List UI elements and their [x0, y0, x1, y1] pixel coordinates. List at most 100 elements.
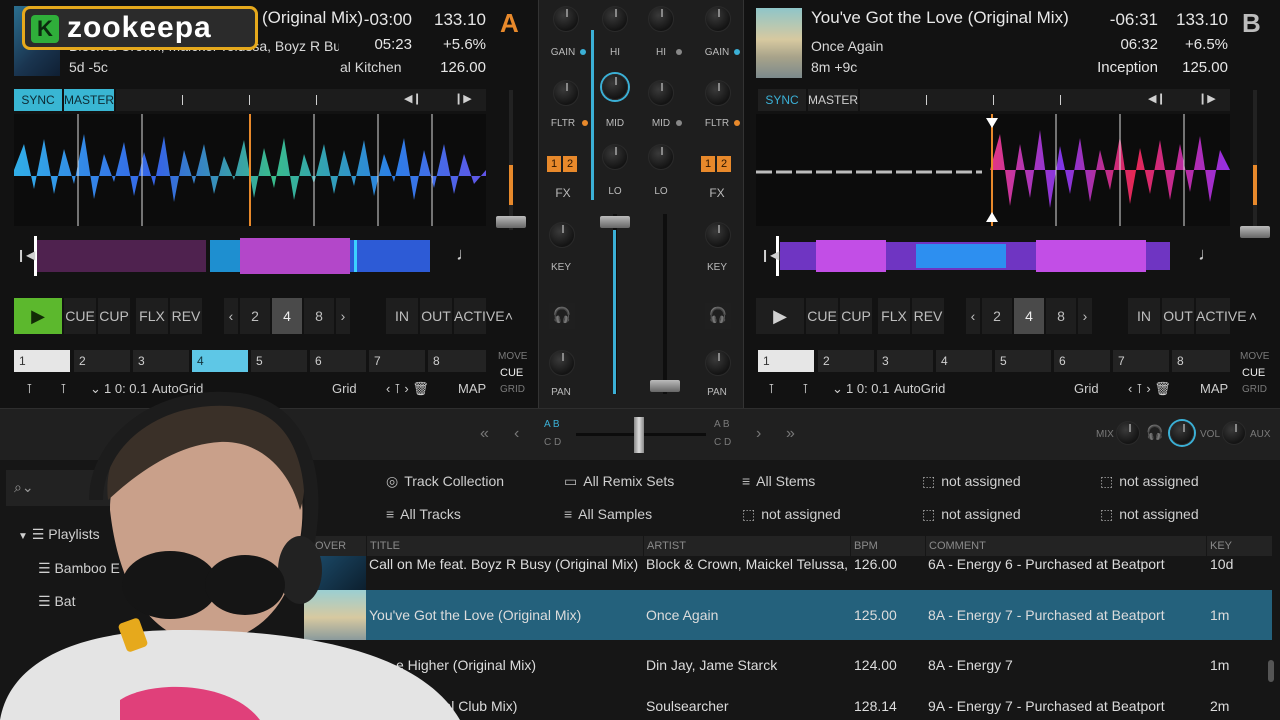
deck-b-move-grid[interactable]: GRID [1242, 384, 1267, 395]
deck-b-skip-start-icon[interactable]: ❙◀ [760, 248, 779, 262]
deck-b-loop-active[interactable]: ACTIVE [1196, 298, 1247, 334]
mixer-a-filter-knob[interactable] [553, 80, 579, 106]
deck-a-loop-4[interactable]: 4 [272, 298, 302, 334]
mixer-b-key-knob[interactable] [705, 222, 731, 248]
deck-a-collapse-icon[interactable]: ˄ [494, 298, 524, 334]
deck-b-cue-button[interactable]: CUE [806, 298, 838, 334]
deck-a-cue-button[interactable]: CUE [64, 298, 96, 334]
deck-a-note-icon[interactable]: ♩ [456, 244, 474, 265]
deck-a-cue-6[interactable]: 6 [310, 350, 366, 372]
mixer-a-gain-knob[interactable] [553, 6, 579, 32]
deck-b-waveform[interactable] [756, 114, 1230, 226]
mixer-b-fader-cap[interactable] [650, 380, 680, 392]
deck-a-sync-button[interactable]: SYNC [14, 89, 62, 111]
mixer-a-mid-knob[interactable] [602, 74, 628, 100]
deck-b-marker-right-icon[interactable]: ⊺ [802, 381, 809, 397]
mixer-b-filter-knob[interactable] [705, 80, 731, 106]
master-aux-knob[interactable] [1222, 421, 1246, 445]
xfader-prev-prev-icon[interactable]: « [480, 425, 489, 443]
col-key[interactable]: KEY [1207, 536, 1272, 556]
mixer-a-fader-cap[interactable] [600, 216, 630, 228]
deck-b-loop-out[interactable]: OUT [1162, 298, 1194, 334]
xfader-next-next-icon[interactable]: » [786, 425, 795, 443]
xfader-assign-right-bottom[interactable]: C D [714, 437, 731, 448]
mixer-a-fx2-button[interactable]: 2 [563, 156, 577, 172]
col-bpm[interactable]: BPM [851, 536, 925, 556]
deck-b-collapse-icon[interactable]: ˄ [1238, 298, 1268, 334]
mixer-b-gain-knob[interactable] [705, 6, 731, 32]
favorite-slot-8[interactable]: ⬚ not assigned [742, 506, 841, 523]
xfader-assign-left-bottom[interactable]: C D [544, 437, 561, 448]
deck-b-grid-dropdown[interactable]: Grid [1074, 381, 1099, 396]
deck-a-map-button[interactable]: MAP [458, 381, 486, 396]
deck-b-cue-4[interactable]: 4 [936, 350, 992, 372]
deck-a-cue-4[interactable]: 4 [192, 350, 248, 372]
deck-a-cup-button[interactable]: CUP [98, 298, 130, 334]
mixer-b-channel-fader[interactable] [663, 214, 667, 394]
deck-a-master-button[interactable]: MASTER [64, 89, 114, 111]
deck-b-cup-button[interactable]: CUP [840, 298, 872, 334]
deck-b-loop-8[interactable]: 8 [1046, 298, 1076, 334]
deck-a-move-mode[interactable]: CUE [500, 367, 523, 379]
mixer-a-fx1-button[interactable]: 1 [547, 156, 561, 172]
deck-a-overview[interactable] [14, 236, 486, 276]
deck-a-cue-3[interactable]: 3 [133, 350, 189, 372]
deck-b-master-button[interactable]: MASTER [808, 89, 858, 111]
mixer-b-fx2-button[interactable]: 2 [717, 156, 731, 172]
favorite-slot-4[interactable]: ⬚ not assigned [922, 473, 1021, 490]
xfader-assign-right-top[interactable]: A B [714, 419, 730, 430]
mixer-b-mid-knob[interactable] [648, 80, 674, 106]
mixer-b-pan-knob[interactable] [705, 350, 731, 376]
deck-b-sync-button[interactable]: SYNC [758, 89, 806, 111]
deck-a-cue-7[interactable]: 7 [369, 350, 425, 372]
deck-b-map-button[interactable]: MAP [1200, 381, 1228, 396]
deck-b-move-mode[interactable]: CUE [1242, 367, 1265, 379]
favorite-slot-10[interactable]: ⬚ not assigned [1100, 506, 1199, 523]
mixer-a-pan-knob[interactable] [549, 350, 575, 376]
favorite-all-stems[interactable]: ≡ All Stems [742, 473, 815, 489]
master-volume-knob[interactable] [1170, 421, 1194, 445]
deck-a-loop-out[interactable]: OUT [420, 298, 452, 334]
mixer-b-fx1-button[interactable]: 1 [701, 156, 715, 172]
deck-b-cue-1[interactable]: 1 [758, 350, 814, 372]
deck-a-cue-5[interactable]: 5 [251, 350, 307, 372]
deck-b-cue-type-dropdown[interactable]: ⌄ [832, 381, 843, 397]
mixer-b-headphone-cue-icon[interactable]: 🎧 [705, 303, 731, 329]
deck-a-flx-button[interactable]: FLX [136, 298, 168, 334]
deck-b-tempo-fader[interactable] [1240, 90, 1270, 238]
deck-a-loop-smaller[interactable]: ‹ [224, 298, 238, 334]
mixer-a-headphone-cue-icon[interactable]: 🎧 [549, 303, 575, 329]
deck-b-cue-3[interactable]: 3 [877, 350, 933, 372]
col-artist[interactable]: ARTIST [644, 536, 850, 556]
mixer-b-hi-knob[interactable] [648, 6, 674, 32]
deck-b-cue-5[interactable]: 5 [995, 350, 1051, 372]
mixer-b-lo-knob[interactable] [648, 144, 674, 170]
deck-b-loop-4[interactable]: 4 [1014, 298, 1044, 334]
mixer-a-hi-knob[interactable] [602, 6, 628, 32]
deck-a-waveform[interactable] [14, 114, 486, 226]
deck-a-play-button[interactable]: ▶ [14, 298, 62, 334]
deck-a-tempo-fader[interactable] [496, 90, 526, 230]
col-comment[interactable]: COMMENT [926, 536, 1206, 556]
deck-a-loop-larger[interactable]: › [336, 298, 350, 334]
deck-b-overview[interactable] [756, 236, 1230, 276]
crossfader-cap[interactable] [634, 417, 644, 453]
deck-b-cue-2[interactable]: 2 [818, 350, 874, 372]
deck-a-loop-in[interactable]: IN [386, 298, 418, 334]
xfader-prev-icon[interactable]: ‹ [514, 425, 519, 443]
xfader-assign-left-top[interactable]: A B [544, 419, 560, 430]
master-mix-knob[interactable] [1116, 421, 1140, 445]
deck-a-loop-active[interactable]: ACTIVE [454, 298, 505, 334]
favorite-all-samples[interactable]: ≡ All Samples [564, 506, 652, 522]
deck-b-cue-8[interactable]: 8 [1172, 350, 1230, 372]
deck-b-loop-in[interactable]: IN [1128, 298, 1160, 334]
deck-b-play-button[interactable]: ▶ [756, 298, 804, 334]
browser-scrollbar[interactable] [1268, 660, 1274, 682]
deck-b-seek-fwd-icon[interactable]: ❙▶ [1198, 92, 1216, 105]
deck-a-cue-2[interactable]: 2 [74, 350, 130, 372]
deck-a-cue-1[interactable]: 1 [14, 350, 70, 372]
mixer-a-key-knob[interactable] [549, 222, 575, 248]
deck-b-cue-6[interactable]: 6 [1054, 350, 1110, 372]
deck-a-move-grid[interactable]: GRID [500, 384, 525, 395]
deck-b-loop-2[interactable]: 2 [982, 298, 1012, 334]
